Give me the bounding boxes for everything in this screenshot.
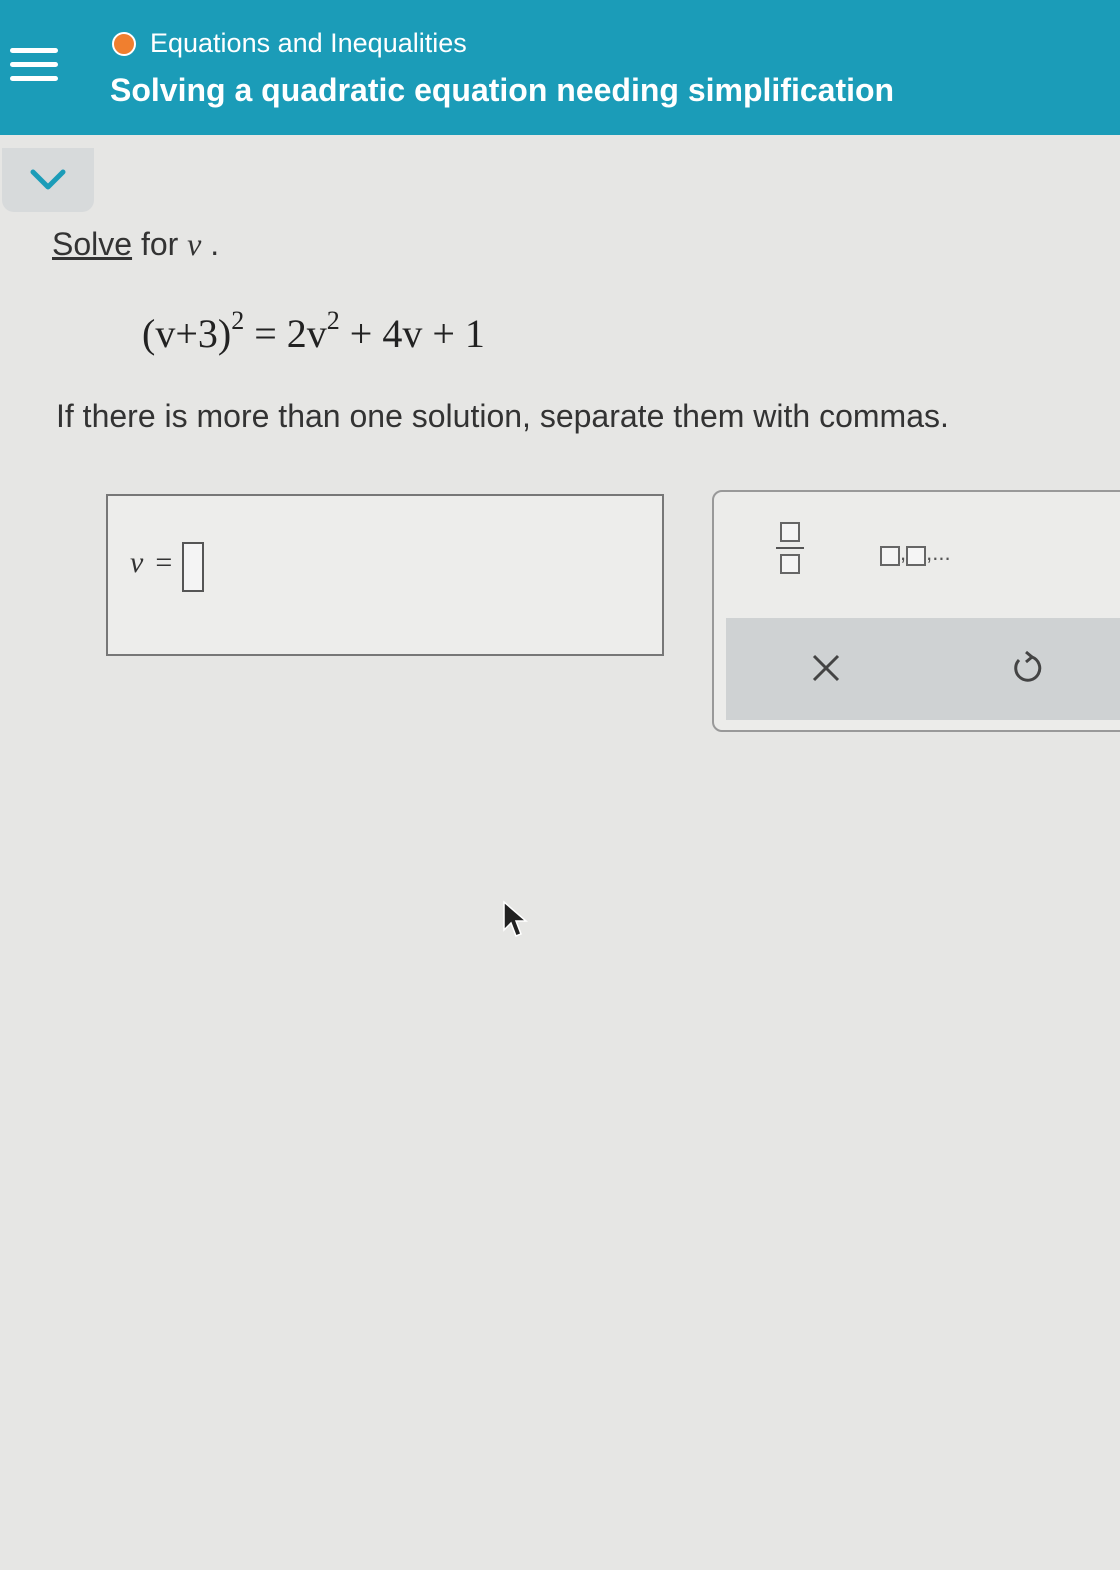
close-icon — [812, 654, 840, 682]
top-header: Equations and Inequalities Solving a qua… — [0, 0, 1120, 135]
prompt-for-text: for — [132, 226, 188, 262]
equation-rhs-rest: + 4v + 1 — [339, 311, 485, 356]
fraction-button[interactable] — [770, 522, 810, 592]
equation-lhs-base: (v+3) — [142, 311, 232, 356]
equation-lhs-exponent: 2 — [231, 306, 245, 335]
list-box-icon — [880, 546, 900, 566]
answer-input[interactable] — [182, 542, 205, 592]
equation: (v+3)2 = 2v2 + 4v + 1 — [142, 308, 485, 357]
math-keypad: ,,... — [712, 490, 1120, 732]
equation-rhs-exponent: 2 — [326, 306, 340, 335]
undo-button[interactable] — [1006, 648, 1046, 688]
page-title: Solving a quadratic equation needing sim… — [110, 72, 895, 108]
answer-label: v = — [130, 538, 205, 592]
topic-status-icon — [112, 31, 136, 56]
problem-prompt: Solve for v . — [52, 226, 219, 263]
answer-variable: v — [130, 546, 144, 579]
instruction-text: If there is more than one solution, sepa… — [56, 398, 949, 434]
solve-link[interactable]: Solve — [52, 226, 132, 262]
list-ellipsis: ,... — [926, 540, 951, 565]
fraction-denominator-icon — [780, 554, 800, 574]
prompt-period: . — [201, 226, 220, 262]
collapse-button[interactable] — [2, 148, 94, 212]
fraction-bar-icon — [776, 547, 804, 549]
chevron-down-icon — [30, 169, 66, 190]
fraction-numerator-icon — [780, 522, 800, 542]
list-box-icon — [906, 546, 927, 566]
list-button[interactable]: ,,... — [880, 540, 951, 566]
hamburger-menu-icon[interactable] — [10, 48, 58, 92]
answer-area[interactable]: v = — [106, 494, 664, 656]
equation-rhs-coef: 2v — [286, 311, 327, 356]
prompt-variable: v — [187, 226, 202, 262]
answer-equals: = — [155, 546, 173, 579]
undo-icon — [1014, 650, 1042, 682]
keypad-action-bar — [726, 618, 1120, 720]
mouse-pointer-icon — [503, 900, 528, 937]
topic-row: Equations and Inequalities — [112, 28, 467, 59]
clear-button[interactable] — [806, 648, 846, 688]
topic-label: Equations and Inequalities — [150, 28, 467, 58]
equation-equals: = — [244, 311, 287, 356]
